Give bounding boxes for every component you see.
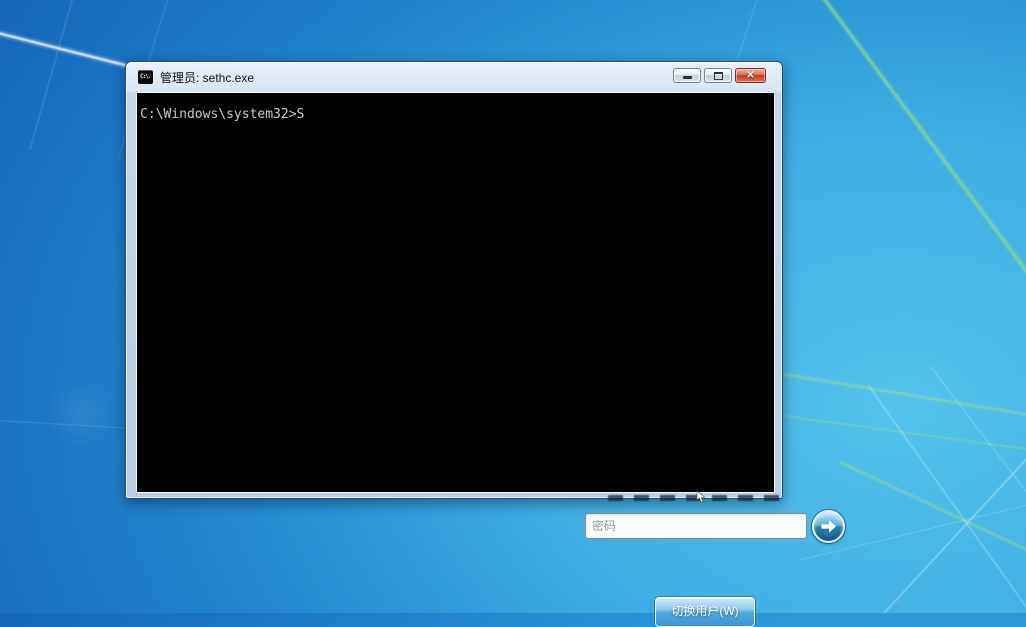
- background-glow-blob: [45, 378, 115, 448]
- mouse-cursor-icon: [696, 491, 706, 503]
- minimize-button[interactable]: [673, 68, 701, 83]
- window-title: 管理员: sethc.exe: [160, 69, 254, 86]
- terminal-prompt-line: C:\Windows\system32>S: [140, 107, 304, 122]
- login-go-button[interactable]: [812, 510, 845, 543]
- close-button[interactable]: ✕: [735, 68, 766, 83]
- minimize-icon: [683, 76, 692, 79]
- desktop-background: { "desktop": { "colors": { "bg_dark": "#…: [0, 0, 1026, 613]
- switch-user-button[interactable]: 切换用户(W): [655, 597, 755, 627]
- console-icon: [138, 70, 153, 84]
- close-icon: ✕: [746, 71, 754, 81]
- console-window: 管理员: sethc.exe ✕ C:\Windows\system32>S: [125, 61, 783, 499]
- window-caption-buttons: ✕: [673, 68, 766, 83]
- maximize-button[interactable]: [704, 68, 732, 83]
- maximize-icon: [714, 72, 723, 80]
- console-client-area[interactable]: C:\Windows\system32>S: [137, 93, 774, 492]
- password-input[interactable]: [585, 513, 807, 539]
- arrow-right-icon: [818, 516, 839, 537]
